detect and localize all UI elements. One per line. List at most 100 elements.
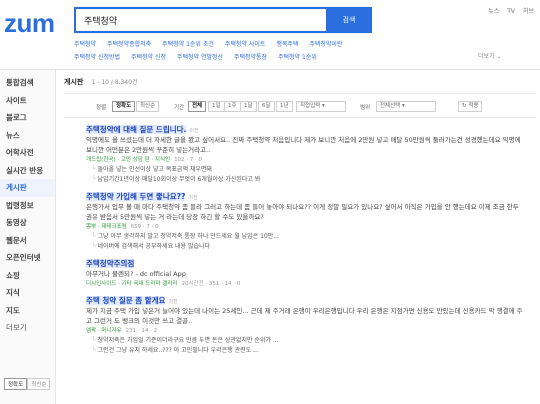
result-source[interactable]: 엠팍 · 머니자유: [86, 328, 122, 334]
period-all-button[interactable]: 전체: [188, 101, 207, 112]
period-custom-label: 직접입력: [300, 103, 321, 109]
sidebar: 통합검색 사이트 블로그 뉴스 어학사전 실시간 반응 게시판 법령정보 동영상…: [0, 70, 56, 404]
result-source[interactable]: 개드립(한국) · 고민 상담 판 · 지식인: [86, 157, 170, 163]
result-title[interactable]: 주택청약에 대해 질문 드립니다. 이전: [86, 124, 536, 135]
result-reply[interactable]: 네이버에 검색해서 공부하세요 내용 많습니다: [86, 242, 536, 252]
more-label: 더보기: [478, 53, 495, 60]
sidebar-item-open-internet[interactable]: 오픈인터넷: [0, 249, 55, 267]
result-item: 주택청약 가입해 두면 좋나요?? 이전 은행가서 업무 볼 때 마다 주택청약 …: [86, 185, 536, 252]
result-title[interactable]: 주택청약 가입해 두면 좋나요?? 이전: [86, 191, 536, 202]
apply-label: 적용: [468, 103, 479, 109]
related-search-item[interactable]: 주택청약통장: [234, 54, 267, 61]
period-1m-button[interactable]: 1달: [240, 101, 257, 112]
related-search-item[interactable]: 주택청약 신청방법: [74, 54, 120, 61]
sidebar-sort-recent[interactable]: 최신순: [27, 378, 51, 390]
sidebar-item-news[interactable]: 뉴스: [0, 127, 55, 145]
sidebar-item-board[interactable]: 게시판: [0, 179, 55, 197]
top-link-news[interactable]: 뉴스: [488, 8, 499, 15]
sort-recent-button[interactable]: 최신순: [136, 101, 160, 112]
apply-button[interactable]: ↻ 적용: [458, 101, 483, 112]
result-title-text: 주택청약에 대해 질문 드립니다.: [86, 125, 187, 134]
result-meta: 디시인사이드 · 기타 국내 드라마 갤러리 20시간전 · 351 · 14 ·…: [86, 279, 536, 289]
result-snippet: 익명에도 올 쓰셨는데 더 자세한 글을 봤고 싶어서요.. 진짜 주택청약 처…: [86, 136, 521, 154]
related-search-item[interactable]: 주택청약 1순위 조건: [162, 41, 214, 48]
result-title-text: 주택 청약 질문 좀 할게요: [86, 296, 166, 305]
header: zum 검색 뉴스 TV 허브 주택청약 주택청약종합저축 주택청약 1순위 조…: [0, 0, 540, 70]
sidebar-item-site[interactable]: 사이트: [0, 92, 55, 110]
result-reply[interactable]: 납입기간1년이상 매달10회이상 무엇이 6개월이상 가산된다고 봐: [86, 175, 536, 185]
result-item: 주택청약주의점 아무거나 물렌되? - dc official App 디시인사…: [86, 252, 536, 289]
search-box: 검색: [74, 7, 372, 33]
sidebar-item-more[interactable]: 더보기: [0, 319, 55, 337]
top-link-hub[interactable]: 허브: [523, 8, 534, 15]
result-meta: 뽐뿌 · 재테크포럼 659 · 7 · 0: [86, 222, 536, 232]
sidebar-item-law[interactable]: 법령정보: [0, 197, 55, 215]
result-item: 주택 청약 질문 좀 할게요 이전 제가 지금 주택 가입 넣은거 늘어야 있는데…: [86, 289, 536, 356]
scope-label: 범위: [360, 105, 371, 111]
result-reply[interactable]: 그런건 그냥 유지 하세요..??? 아 고민필니다 우리은행 관련도 ...: [86, 346, 536, 356]
period-1d-button[interactable]: 1일: [208, 101, 225, 112]
period-label: 기간: [174, 105, 185, 111]
related-searches: 주택청약 주택청약종합저축 주택청약 1순위 조건 주택청약 사이트 행복주택 …: [74, 38, 474, 64]
related-search-item[interactable]: 주택청약: [74, 41, 96, 48]
filter-bar: 정렬 정확도 최신순 기간 전체 1일 1주 1달 6달 1년 직접입력 ▾ 범…: [64, 94, 536, 118]
sort-accuracy-button[interactable]: 정확도: [112, 101, 136, 112]
result-title-text: 주택청약주의점: [86, 259, 135, 268]
sidebar-item-shopping[interactable]: 쇼핑: [0, 267, 55, 285]
result-meta: 개드립(한국) · 고민 상담 판 · 지식인 102 · 7 · 0: [86, 155, 536, 165]
period-custom-select[interactable]: 직접입력 ▾: [296, 101, 346, 112]
search-input[interactable]: [82, 12, 332, 28]
top-links: 뉴스 TV 허브: [482, 6, 534, 15]
scope-value: 전체선택: [380, 103, 401, 109]
related-search-item[interactable]: 주택청약 1순위: [278, 54, 317, 61]
top-link-tv[interactable]: TV: [507, 8, 515, 15]
refresh-icon: ↻: [462, 103, 467, 109]
related-search-item[interactable]: 주택청약종합저축: [107, 41, 151, 48]
sort-label: 정렬: [96, 105, 107, 111]
period-1w-button[interactable]: 1주: [224, 101, 241, 112]
result-title[interactable]: 주택 청약 질문 좀 할게요 이전: [86, 295, 536, 306]
sidebar-item-webdoc[interactable]: 웹문서: [0, 232, 55, 250]
result-snippet: 은행가서 업무 볼 때 마다 주택청약 좀 들라 그러고 하는데 좀 들어 놓아…: [86, 203, 519, 221]
scope-select[interactable]: 전체선택 ▾: [376, 101, 436, 112]
sidebar-item-realtime[interactable]: 실시간 반응: [0, 162, 55, 180]
result-snippet: 아무거나 물렌되? - dc official App: [86, 270, 186, 278]
result-source[interactable]: 뽐뿌 · 재테크포럼: [86, 224, 127, 230]
sidebar-item-dictionary[interactable]: 어학사전: [0, 144, 55, 162]
result-reply[interactable]: 돌아올 넣는 인선이상 넣고 목표금액 채우면돼: [86, 165, 536, 175]
sidebar-item-integrated[interactable]: 통합검색: [0, 74, 55, 92]
sidebar-item-video[interactable]: 동영상: [0, 214, 55, 232]
zum-logo[interactable]: zum: [4, 8, 55, 39]
period-6m-button[interactable]: 6달: [258, 101, 275, 112]
result-reply[interactable]: 그냥 아무 생각하지 말고 청약저축 통장 하나 만드세요 월 납입은 10만.…: [86, 232, 536, 242]
result-tag: 이전: [168, 299, 178, 305]
main-content: 게시판 1 - 10 / 8,340건 정렬 정확도 최신순 기간 전체 1일 …: [64, 70, 536, 356]
result-count: 1 - 10 / 8,340건: [91, 79, 138, 86]
sidebar-item-map[interactable]: 지도: [0, 302, 55, 320]
related-search-item[interactable]: 주택청약 연말정산: [177, 54, 223, 61]
result-tag: 이전: [188, 195, 198, 201]
sidebar-sort-toggle: 정확도 최신순: [4, 378, 51, 390]
related-search-item[interactable]: 주택청약이란: [309, 41, 342, 48]
result-stats: 231 · 14 · 2: [125, 328, 158, 334]
section-title: 게시판: [64, 78, 84, 86]
result-source[interactable]: 디시인사이드 · 기타 국내 드라마 갤러리: [86, 281, 177, 287]
result-snippet: 제가 지금 주택 가입 넣은거 늘어야 있는데 나이는 25세인... 근데 제…: [86, 307, 523, 325]
sidebar-item-knowledge[interactable]: 지식: [0, 284, 55, 302]
result-stats: 20시간전 · 351 · 14 · 0: [181, 281, 241, 287]
result-stats: 659 · 7 · 0: [130, 224, 159, 230]
sidebar-sort-accuracy[interactable]: 정확도: [4, 378, 28, 390]
result-title[interactable]: 주택청약주의점: [86, 258, 536, 269]
period-1y-button[interactable]: 1년: [276, 101, 293, 112]
search-button[interactable]: 검색: [326, 7, 372, 33]
result-tag: 이전: [189, 128, 199, 134]
sidebar-item-blog[interactable]: 블로그: [0, 109, 55, 127]
result-header: 게시판 1 - 10 / 8,340건: [64, 70, 536, 94]
related-search-item[interactable]: 주택청약 사이트: [225, 41, 266, 48]
related-search-item[interactable]: 주택청약 신청: [131, 54, 166, 61]
result-item: 주택청약에 대해 질문 드립니다. 이전 익명에도 올 쓰셨는데 더 자세한 글을…: [86, 118, 536, 185]
result-reply[interactable]: 청약저축은 가입일 기준이더라구요 만큼 두면 돈은 상관없지만 순위가 ...: [86, 336, 536, 346]
related-search-item[interactable]: 행복주택: [276, 41, 298, 48]
more-suggestions-button[interactable]: 더보기 ⌄: [478, 51, 502, 60]
result-meta: 엠팍 · 머니자유 231 · 14 · 2: [86, 326, 536, 336]
